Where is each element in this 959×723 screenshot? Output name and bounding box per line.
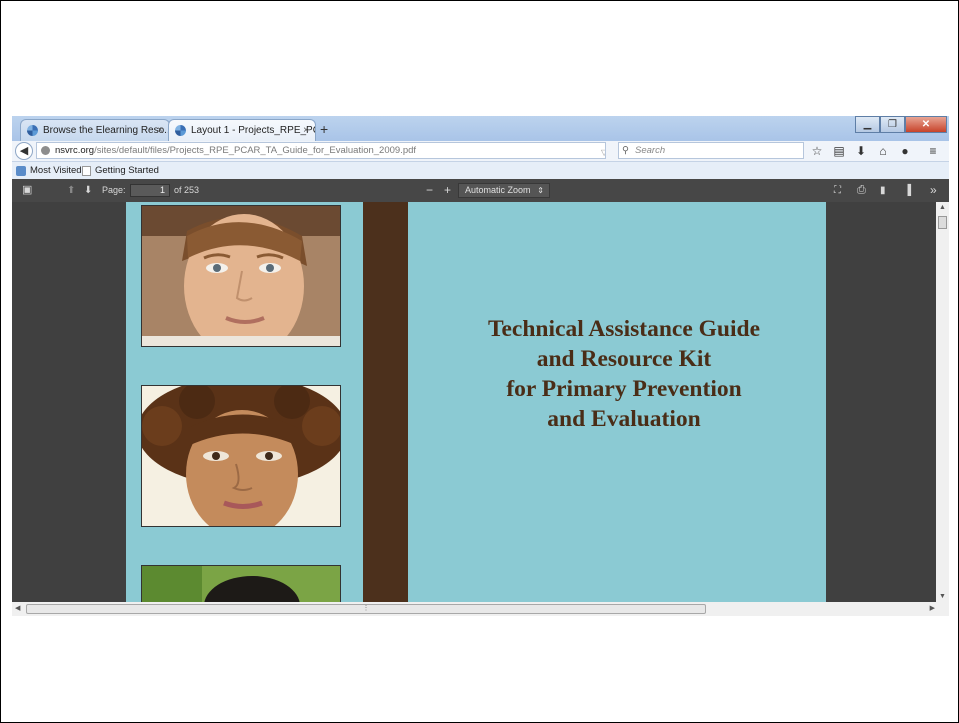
title-line: Technical Assistance Guide (487, 316, 761, 342)
tab-label: Layout 1 - Projects_RPE_PC... (191, 125, 316, 136)
url-domain: nsvrc.org (55, 145, 95, 156)
bookmark-icon[interactable]: ▐ (904, 179, 911, 202)
vertical-scroll-thumb[interactable] (938, 216, 947, 229)
new-tab-button[interactable]: + (320, 119, 328, 139)
maximize-button[interactable]: ❐ (880, 116, 905, 133)
title-line: and Resource Kit (536, 346, 712, 372)
scroll-up-icon[interactable]: ▲ (936, 204, 949, 211)
favicon-icon (175, 125, 186, 136)
globe-icon (41, 146, 50, 155)
tab-elearning[interactable]: Browse the Elearning Reso... × (20, 119, 170, 141)
search-placeholder: Search (635, 145, 666, 156)
bookmark-most-visited[interactable]: Most Visited (16, 164, 82, 177)
scroll-left-icon[interactable]: ◀ (15, 604, 20, 612)
search-icon: ⚲ (622, 145, 629, 156)
toolbar-icons: ☆ ▤ ⬇ ⌂ ● ≡ (808, 142, 942, 160)
zoom-select[interactable]: Automatic Zoom ⇕ (458, 183, 550, 198)
previous-page-icon[interactable]: ⬆ (67, 179, 75, 202)
photo-man (141, 205, 341, 347)
window-controls: ▁ ❐ ✕ (855, 116, 947, 134)
zoom-out-button[interactable]: − (426, 179, 433, 202)
next-page-icon[interactable]: ⬇ (84, 179, 92, 202)
title-line: and Evaluation (547, 406, 701, 432)
url-dropdown-icon[interactable]: ▽ (601, 145, 605, 158)
tab-close-icon[interactable]: × (157, 120, 163, 141)
select-arrows-icon: ⇕ (537, 186, 544, 195)
zoom-in-button[interactable]: + (444, 179, 451, 202)
pdf-toolbar: ▣ ⬆ ⬇ Page: 1 of 253 − + Automatic Zoom … (12, 179, 949, 202)
pdf-viewer[interactable]: Technical Assistance Guide and Resource … (12, 202, 936, 602)
partial-portrait (142, 566, 340, 602)
sidebar-toggle-icon[interactable]: ▣ (22, 179, 32, 202)
photo-partial (141, 565, 341, 602)
tab-label: Browse the Elearning Reso... (43, 125, 170, 136)
tab-close-icon[interactable]: × (303, 120, 309, 141)
man-portrait (142, 206, 340, 346)
download-icon[interactable]: ⬇ (852, 142, 870, 160)
most-visited-icon (16, 165, 26, 176)
favicon-icon (27, 125, 38, 136)
page-number-input[interactable]: 1 (130, 184, 170, 197)
bookmark-label: Getting Started (95, 165, 159, 176)
star-icon[interactable]: ☆ (808, 142, 826, 160)
navigation-bar: ◀ nsvrc.org/sites/default/files/Projects… (12, 141, 949, 162)
save-icon[interactable]: ▮ (880, 179, 886, 202)
bookmark-getting-started[interactable]: Getting Started (82, 164, 159, 177)
title-line: for Primary Prevention (506, 376, 742, 402)
bookmarks-bar: Most Visited Getting Started (12, 162, 949, 179)
page-total: of 253 (174, 185, 200, 195)
url-path: /sites/default/files/Projects_RPE_PCAR_T… (94, 145, 417, 156)
url-bar[interactable]: nsvrc.org/sites/default/files/Projects_R… (36, 142, 606, 159)
photo-woman (141, 385, 341, 527)
chat-icon[interactable]: ● (896, 142, 914, 160)
home-icon[interactable]: ⌂ (874, 142, 892, 160)
zoom-value: Automatic Zoom (465, 185, 531, 195)
tab-layout[interactable]: Layout 1 - Projects_RPE_PC... × (168, 119, 316, 141)
browser-window: Browse the Elearning Reso... × Layout 1 … (12, 116, 949, 616)
woman-portrait (142, 386, 340, 526)
page-label: Page: (102, 185, 126, 195)
document-title: Technical Assistance Guide and Resource … (408, 314, 840, 434)
tools-button[interactable]: » (930, 179, 937, 202)
print-icon[interactable]: ⎙ (857, 179, 866, 202)
scroll-right-icon[interactable]: ▶ (930, 604, 935, 612)
close-window-button[interactable]: ✕ (905, 116, 947, 133)
menu-icon[interactable]: ≡ (924, 142, 942, 160)
page-icon (82, 165, 91, 176)
pdf-page: Technical Assistance Guide and Resource … (126, 202, 826, 602)
search-input[interactable]: ⚲ Search (618, 142, 804, 159)
horizontal-scroll-thumb[interactable]: ⋮ (26, 604, 706, 614)
brown-divider-strip (363, 202, 408, 602)
presentation-mode-icon[interactable]: ⛶ (834, 179, 841, 202)
tab-strip: Browse the Elearning Reso... × Layout 1 … (12, 116, 949, 141)
horizontal-scrollbar[interactable]: ◀ ⋮ ▶ (12, 602, 949, 616)
back-button[interactable]: ◀ (15, 142, 33, 160)
minimize-button[interactable]: ▁ (855, 116, 880, 133)
vertical-scrollbar[interactable]: ▲ ▼ (936, 202, 949, 602)
library-icon[interactable]: ▤ (830, 142, 848, 160)
scroll-down-icon[interactable]: ▼ (936, 593, 949, 600)
bookmark-label: Most Visited (30, 165, 82, 176)
